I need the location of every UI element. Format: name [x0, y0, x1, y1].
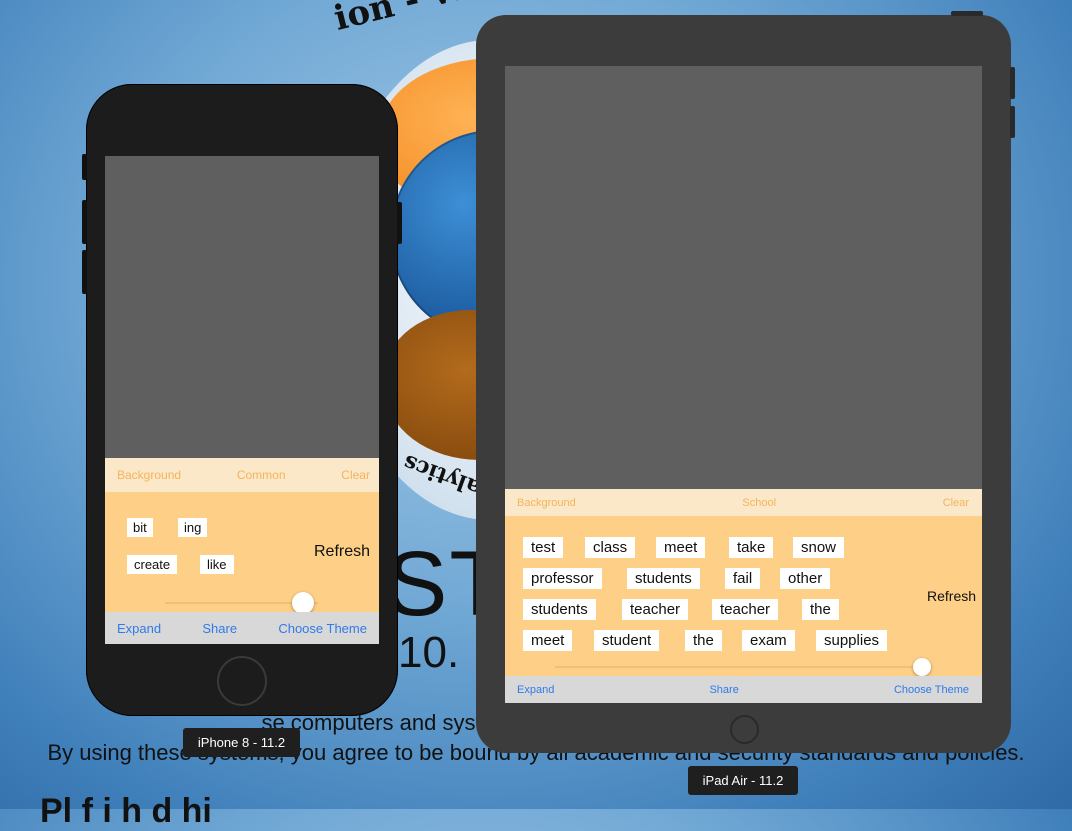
power-button [951, 11, 983, 16]
word-tile[interactable]: meet [523, 630, 573, 651]
word-tile[interactable]: like [200, 555, 234, 574]
ipad-bottom-toolbar: Expand Share Choose Theme [505, 676, 982, 703]
word-canvas[interactable] [505, 66, 982, 489]
word-tile[interactable]: teacher [712, 599, 779, 620]
share-button[interactable]: Share [709, 684, 738, 696]
word-tile[interactable]: create [127, 555, 178, 574]
choose-theme-button[interactable]: Choose Theme [278, 621, 367, 636]
home-button[interactable] [217, 656, 267, 706]
word-tile[interactable]: bit [127, 518, 153, 537]
iphone-device-label: iPhone 8 - 11.2 [183, 728, 300, 757]
word-tile[interactable]: the [685, 630, 722, 651]
size-slider-knob[interactable] [291, 592, 314, 614]
word-tile[interactable]: take [729, 537, 774, 558]
word-canvas[interactable] [105, 156, 379, 458]
share-button[interactable]: Share [202, 621, 237, 636]
home-button[interactable] [730, 715, 759, 744]
word-tile[interactable]: class [585, 537, 636, 558]
word-tile[interactable]: student [594, 630, 660, 651]
iphone-word-bank: bit ing create like Refresh [105, 492, 379, 614]
ipad-device-label: iPad Air - 11.2 [688, 766, 798, 795]
word-tile[interactable]: exam [742, 630, 795, 651]
iphone-simulator: Background Common Clear bit ing create l… [82, 84, 402, 716]
refresh-button[interactable]: Refresh [927, 588, 976, 604]
clear-button[interactable]: Clear [341, 468, 370, 482]
ipad-top-toolbar: Background School Clear [505, 489, 982, 516]
volume-up-button [1010, 67, 1015, 99]
background-button[interactable]: Background [117, 468, 181, 482]
expand-button[interactable]: Expand [517, 684, 554, 696]
word-tile[interactable]: other [780, 568, 831, 589]
iphone-screen: Background Common Clear bit ing create l… [105, 156, 379, 644]
category-button[interactable]: School [742, 497, 776, 509]
mute-switch [82, 154, 87, 180]
word-tile[interactable]: snow [793, 537, 845, 558]
expand-button[interactable]: Expand [117, 621, 161, 636]
word-tile[interactable]: professor [523, 568, 602, 589]
word-tile[interactable]: teacher [622, 599, 689, 620]
wallpaper-version: 10. [398, 628, 460, 677]
iphone-bottom-toolbar: Expand Share Choose Theme [105, 612, 379, 644]
word-tile[interactable]: meet [656, 537, 706, 558]
refresh-button[interactable]: Refresh [314, 543, 370, 561]
category-button[interactable]: Common [237, 468, 286, 482]
ipad-simulator: Background School Clear test class meet … [476, 11, 1015, 753]
clear-button[interactable]: Clear [943, 497, 969, 509]
word-tile[interactable]: fail [725, 568, 761, 589]
word-tile[interactable]: supplies [816, 630, 888, 651]
volume-up-button [82, 200, 87, 244]
ipad-screen: Background School Clear test class meet … [505, 66, 982, 703]
ipad-word-bank: test class meet take snow professor stud… [505, 516, 982, 676]
size-slider-track[interactable] [555, 666, 929, 668]
word-tile[interactable]: test [523, 537, 564, 558]
choose-theme-button[interactable]: Choose Theme [894, 684, 969, 696]
iphone-top-toolbar: Background Common Clear [105, 458, 379, 492]
word-tile[interactable]: ing [178, 518, 208, 537]
word-tile[interactable]: students [627, 568, 700, 589]
volume-down-button [82, 250, 87, 294]
wallpaper-notice-line-3: Pl f i h d hi [40, 792, 212, 830]
power-button [397, 202, 402, 244]
word-tile[interactable]: students [523, 599, 596, 620]
word-tile[interactable]: the [802, 599, 839, 620]
volume-down-button [1010, 106, 1015, 138]
size-slider-knob[interactable] [912, 658, 931, 676]
background-button[interactable]: Background [517, 497, 576, 509]
